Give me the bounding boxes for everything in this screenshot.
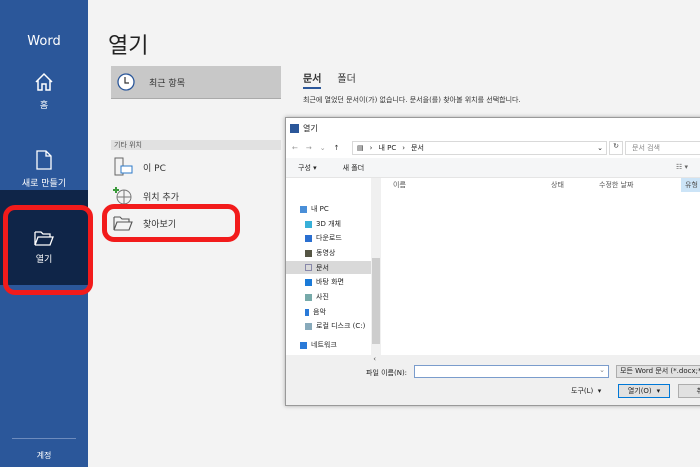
path-pc[interactable]: 내 PC (378, 143, 396, 153)
nav-item[interactable]: 음악 (305, 307, 326, 317)
open-dialog: 열기 ← → ⌄ ↑ ▤ › 내 PC › 문서 ⌄ ↻ 문서 검색 구성 ▾ 새 폴더 … (285, 117, 700, 406)
search-input[interactable]: 문서 검색 (625, 141, 700, 155)
home-label: 홈 (39, 101, 49, 111)
recent-dropdown-icon[interactable]: ⌄ (320, 144, 326, 152)
new-label: 새로 만들기 (21, 179, 67, 189)
nav-item[interactable]: 사진 (305, 292, 329, 302)
navigation-pane: 내 PC 3D 개체 다운로드 동영상 문서 바탕 화면 사진 음악 로컬 디스… (286, 178, 371, 355)
nav-item[interactable]: 네트워크 (300, 340, 337, 350)
word-icon (290, 123, 299, 133)
tab-documents[interactable]: 문서 (303, 70, 322, 89)
address-bar[interactable]: ▤ › 내 PC › 문서 ⌄ (352, 141, 607, 155)
nav-scrollbar[interactable] (371, 178, 381, 355)
doc-icon: ▤ (357, 144, 364, 152)
pc-icon (114, 157, 133, 176)
filename-label: 파일 이름(N): (366, 369, 408, 377)
file-list: 이름 상태 수정한 날짜 유형 (381, 178, 700, 355)
clock-icon (117, 73, 135, 91)
dialog-title: 열기 (303, 123, 318, 133)
nav-item[interactable]: 바탕 화면 (305, 277, 344, 287)
filename-input[interactable]: ⌄ (414, 365, 609, 378)
col-modified[interactable]: 수정한 날짜 (599, 180, 633, 190)
divider (12, 438, 76, 439)
horizontal-scrollbar[interactable]: ‹ (371, 355, 700, 365)
globe-plus-icon (113, 187, 132, 205)
view-options-icon[interactable]: ☷ ▾ (676, 163, 688, 171)
col-name[interactable]: 이름 (393, 180, 406, 190)
forward-icon[interactable]: → (306, 144, 312, 152)
col-status[interactable]: 상태 (551, 180, 564, 190)
path-docs[interactable]: 문서 (411, 143, 424, 153)
dialog-titlebar: 열기 (286, 118, 700, 138)
nav-item-selected[interactable]: 문서 (286, 261, 371, 274)
toolbar: 구성 ▾ 새 폴더 (286, 158, 700, 178)
up-icon[interactable]: ↑ (334, 144, 340, 152)
nav-item[interactable]: 로컬 디스크 (C:) (305, 321, 365, 331)
sidebar-item-home[interactable]: 홈 (0, 72, 88, 111)
tab-folders[interactable]: 폴더 (337, 70, 355, 89)
this-pc-label: 이 PC (143, 163, 166, 174)
sidebar-item-account[interactable]: 계정 (0, 450, 88, 461)
refresh-icon[interactable]: ↻ (609, 141, 623, 155)
back-icon[interactable]: ← (292, 144, 298, 152)
app-name: Word (27, 34, 61, 49)
tools-button[interactable]: 도구(L) ▾ (571, 386, 601, 396)
add-place-label: 위치 추가 (143, 192, 179, 203)
other-locations-header: 기타 위치 (111, 140, 281, 150)
scroll-thumb[interactable] (372, 258, 380, 344)
page-title: 열기 (108, 34, 149, 59)
filetype-select[interactable]: 모든 Word 문서 (*.docx;*.docm (616, 365, 700, 378)
nav-item[interactable]: 내 PC (300, 204, 329, 214)
tab-bar: 문서 폴더 (303, 70, 356, 89)
open-button[interactable]: 열기(O) ▾ (618, 384, 670, 398)
column-headers: 이름 상태 수정한 날짜 유형 (381, 178, 700, 192)
home-icon (35, 72, 53, 91)
recent-label: 최근 항목 (149, 78, 185, 89)
new-document-icon (36, 150, 52, 170)
sidebar-item-new[interactable]: 새로 만들기 (0, 150, 88, 189)
col-type[interactable]: 유형 (681, 178, 700, 192)
empty-message: 최근에 열었던 문서이(가) 없습니다. 문서을(를) 찾아볼 위치를 선택합니… (303, 96, 521, 104)
this-pc-item[interactable]: 이 PC (113, 157, 166, 177)
nav-item[interactable]: 동영상 (305, 248, 335, 258)
new-folder-button[interactable]: 새 폴더 (343, 163, 365, 173)
recent-button[interactable]: 최근 항목 (111, 66, 281, 99)
nav-item[interactable]: 다운로드 (305, 233, 342, 243)
address-dropdown-icon[interactable]: ⌄ (597, 144, 606, 152)
highlight-browse (102, 204, 240, 242)
cancel-button[interactable]: 취 (678, 384, 700, 398)
dropdown-icon: ▾ (656, 387, 661, 395)
nav-item[interactable]: 3D 개체 (305, 219, 341, 229)
organize-button[interactable]: 구성 ▾ (298, 163, 317, 173)
add-place-item[interactable]: 위치 추가 (113, 186, 179, 206)
highlight-open (3, 205, 93, 295)
